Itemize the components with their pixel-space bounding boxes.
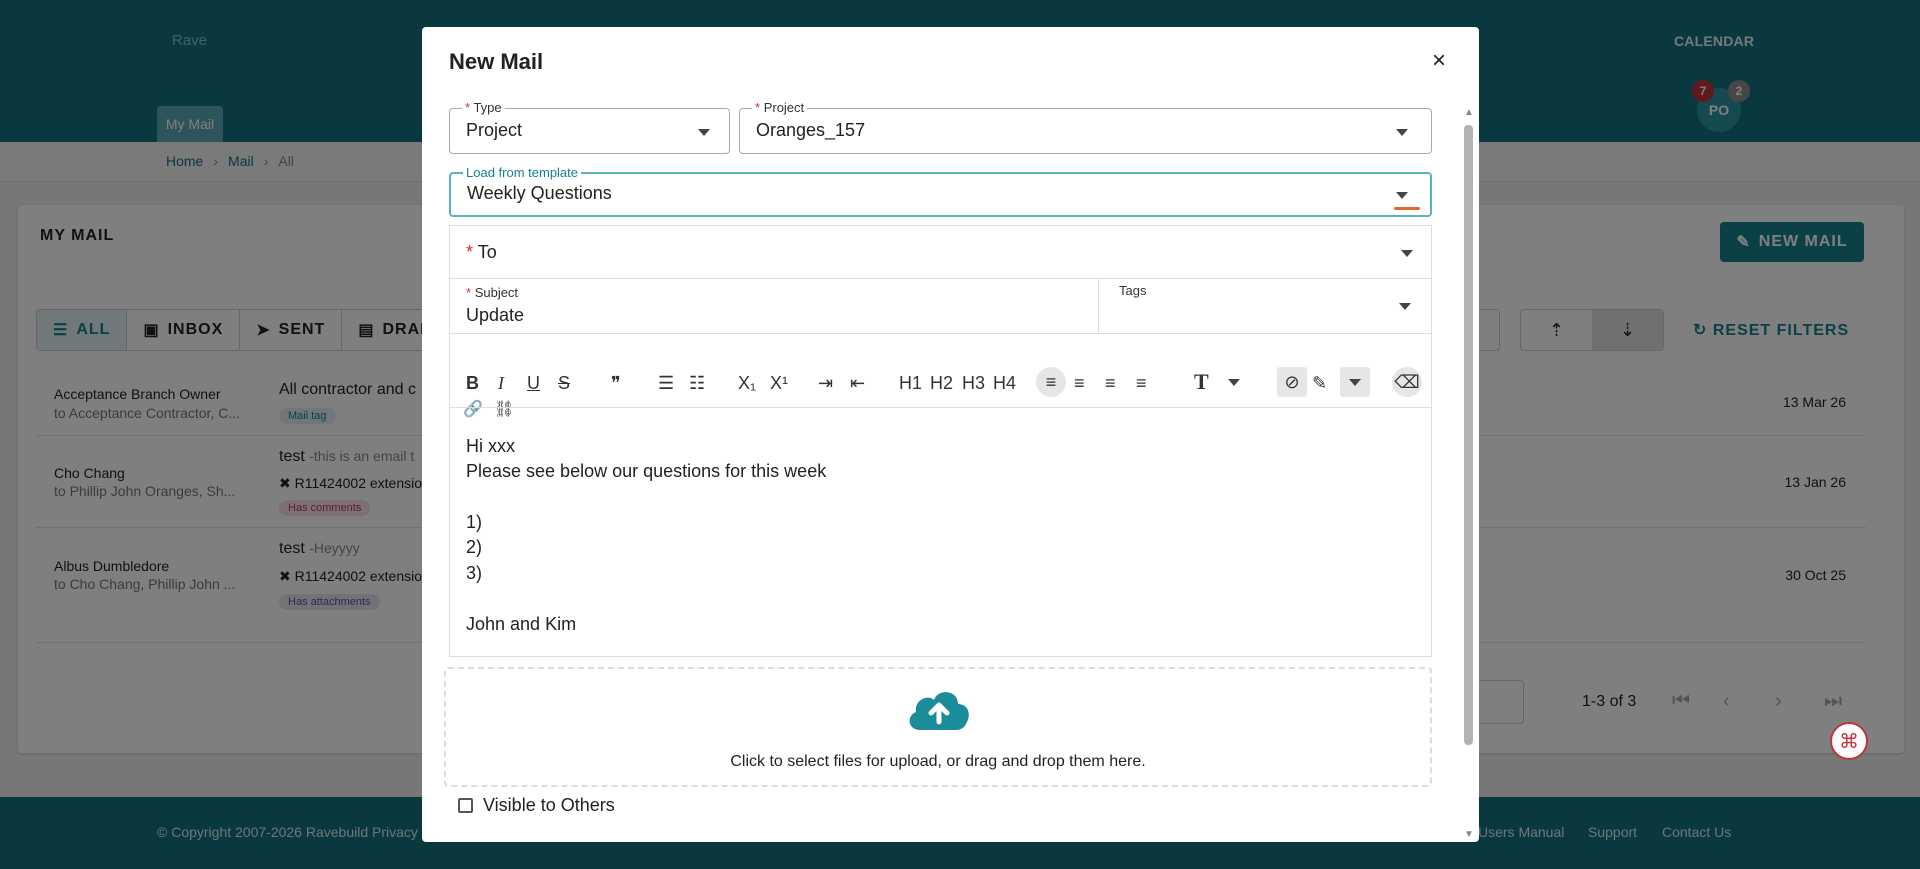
text-style-icon[interactable]: T [1194, 369, 1209, 395]
file-upload-dropzone[interactable]: Click to select files for upload, or dra… [444, 667, 1432, 787]
indent-icon[interactable]: ⇥ [818, 373, 833, 394]
chevron-down-icon [1396, 192, 1408, 199]
checkbox-icon [458, 798, 473, 813]
heading4-icon[interactable]: H4 [993, 373, 1016, 394]
chevron-down-icon [1396, 129, 1408, 136]
align-right-icon[interactable]: ≡ [1105, 373, 1116, 394]
project-value: Oranges_157 [756, 120, 866, 140]
body-line: 3) [466, 563, 483, 583]
dialog-title: New Mail [449, 49, 544, 74]
highlight-icon[interactable]: ✎ [1312, 373, 1327, 394]
tags-label: Tags [1119, 283, 1147, 298]
scroll-up-icon[interactable]: ▲ [1464, 107, 1474, 118]
underline-icon[interactable]: U [527, 373, 540, 394]
template-value: Weekly Questions [467, 183, 612, 203]
align-center-icon[interactable]: ≡ [1074, 373, 1085, 394]
chevron-down-icon [698, 129, 710, 136]
italic-icon[interactable]: I [498, 373, 504, 394]
new-mail-dialog: New Mail × * Type Project * Project Oran… [422, 27, 1479, 842]
body-line: John and Kim [466, 614, 577, 634]
align-left-icon[interactable]: ≡ [1036, 367, 1066, 397]
body-line: 1) [466, 512, 483, 532]
body-line: Please see below our questions for this … [466, 461, 827, 481]
pdf-icon[interactable]: ⌘ [1830, 722, 1868, 760]
close-icon[interactable]: × [1432, 47, 1446, 75]
quote-icon[interactable]: ❞ [611, 373, 621, 394]
body-line: Hi xxx [466, 436, 515, 456]
bold-icon[interactable]: B [466, 373, 479, 394]
scrollbar-thumb[interactable] [1464, 125, 1473, 745]
subject-value: Update [466, 305, 525, 325]
upload-instructions: Click to select files for upload, or dra… [730, 753, 1146, 770]
subject-field[interactable]: * Subject Update [449, 278, 1099, 334]
outdent-icon[interactable]: ⇤ [850, 373, 865, 394]
project-select[interactable]: * Project Oranges_157 [739, 100, 1432, 154]
to-field[interactable]: * To [449, 225, 1432, 279]
message-editor[interactable]: Hi xxx Please see below our questions fo… [449, 407, 1432, 657]
body-line: 2) [466, 537, 483, 557]
align-justify-icon[interactable]: ≡ [1136, 373, 1147, 394]
subscript-icon[interactable]: X₁ [738, 373, 756, 394]
chevron-down-icon [1399, 303, 1411, 310]
strikethrough-icon[interactable]: S [558, 373, 570, 394]
heading2-icon[interactable]: H2 [930, 373, 953, 394]
visible-to-others-label: Visible to Others [483, 795, 615, 815]
dialog-scrollbar[interactable]: ▲ ▼ [1462, 107, 1476, 840]
ordered-list-icon[interactable]: ☰ [658, 373, 674, 394]
no-color-icon[interactable]: ⊘ [1277, 367, 1307, 397]
heading1-icon[interactable]: H1 [899, 373, 922, 394]
scroll-down-icon[interactable]: ▼ [1464, 829, 1474, 840]
heading3-icon[interactable]: H3 [962, 373, 985, 394]
to-label: To [477, 242, 497, 262]
type-label: Type [473, 100, 502, 115]
highlight-dropdown[interactable] [1340, 367, 1370, 397]
bullet-list-icon[interactable]: ☷ [689, 373, 705, 394]
chevron-down-icon [1349, 379, 1361, 386]
loading-indicator [1394, 207, 1420, 210]
template-select[interactable]: Load from template Weekly Questions [449, 165, 1432, 217]
chevron-down-icon [1401, 250, 1413, 257]
superscript-icon[interactable]: X¹ [770, 373, 788, 394]
visible-to-others-checkbox[interactable]: Visible to Others [458, 795, 615, 816]
template-label: Load from template [466, 165, 579, 180]
cloud-upload-icon [909, 692, 969, 730]
project-label: Project [763, 100, 805, 115]
type-select[interactable]: * Type Project [449, 100, 730, 154]
tags-field[interactable]: Tags [1098, 278, 1432, 334]
type-value: Project [466, 120, 523, 140]
chevron-down-icon[interactable] [1228, 379, 1240, 386]
subject-label: Subject [474, 285, 519, 300]
clear-format-icon[interactable]: ⌫ [1392, 367, 1422, 397]
